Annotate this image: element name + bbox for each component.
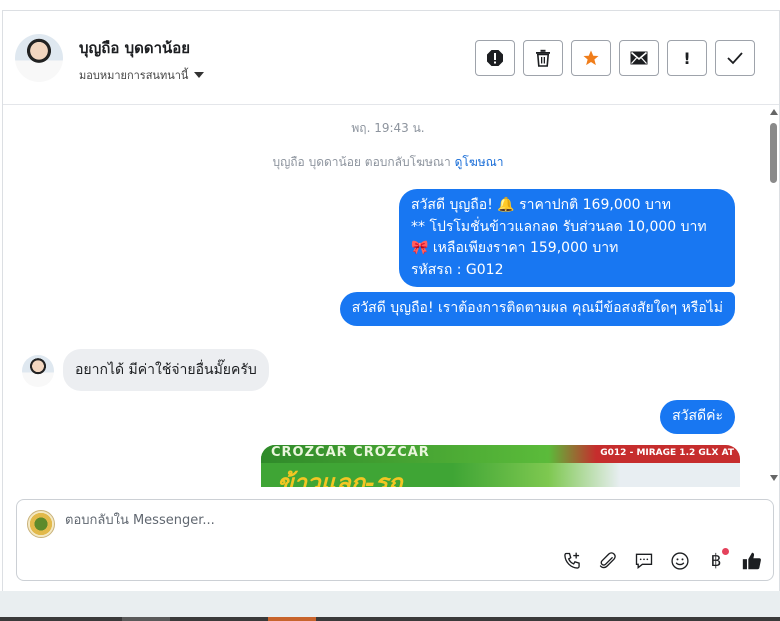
saved-reply-button[interactable] bbox=[633, 550, 655, 572]
saved-reply-icon bbox=[635, 553, 653, 570]
message-line: 🎀 เหลือเพียงราคา 159,000 บาท bbox=[411, 240, 619, 256]
assign-label: มอบหมายการสนทนานี้ bbox=[79, 69, 189, 82]
conversation-header: บุญถือ บุดดาน้อย มอบหมายการสนทนานี้ ! bbox=[3, 11, 779, 105]
message-line: สวัสดี บุญถือ! 🔔 ราคาปกติ 169,000 บาท bbox=[411, 197, 671, 213]
scroll-thumb[interactable] bbox=[770, 123, 777, 183]
scroll-down-icon[interactable] bbox=[770, 475, 778, 481]
taskbar bbox=[0, 617, 780, 621]
taskbar-item[interactable] bbox=[122, 617, 170, 621]
mark-done-button[interactable] bbox=[715, 40, 755, 76]
trash-icon bbox=[536, 49, 550, 67]
page-avatar bbox=[27, 510, 55, 538]
ad-reply-text: บุญถือ บุดดาน้อย ตอบกลับโฆษณา bbox=[272, 155, 451, 169]
promo-image[interactable]: CROZCAR CROZCAR G012 - MIRAGE 1.2 GLX AT… bbox=[261, 445, 740, 487]
promo-brand: CROZCAR CROZCAR bbox=[271, 445, 430, 460]
message-timestamp: พฤ. 19:43 น. bbox=[351, 121, 425, 135]
phone-add-icon bbox=[564, 552, 580, 569]
emoji-button[interactable] bbox=[669, 550, 691, 572]
mark-unread-button[interactable] bbox=[619, 40, 659, 76]
promo-headline: ข้าวแลก-รถ bbox=[277, 469, 403, 487]
header-actions: ! bbox=[475, 40, 755, 76]
message-feed[interactable]: พฤ. 19:43 น. บุญถือ บุดดาน้อย ตอบกลับโฆษ… bbox=[3, 105, 773, 487]
outgoing-message[interactable]: สวัสดีค่ะ bbox=[660, 400, 735, 434]
payment-button[interactable]: ฿ bbox=[705, 548, 729, 572]
message-line: รหัสรถ : G012 bbox=[411, 261, 504, 278]
view-ad-link[interactable]: ดูโฆษณา bbox=[455, 155, 504, 169]
thumbs-up-icon bbox=[742, 552, 761, 570]
reply-input[interactable] bbox=[63, 512, 667, 529]
taskbar-item[interactable] bbox=[268, 617, 316, 621]
caret-down-icon bbox=[194, 72, 205, 78]
promo-code: G012 - MIRAGE 1.2 GLX AT bbox=[600, 448, 734, 458]
contact-avatar[interactable] bbox=[15, 34, 63, 82]
attach-button[interactable] bbox=[597, 550, 619, 572]
message-line: ** โปรโมชั่นข้าวแลกลด รับส่วนลด 10,000 บ… bbox=[411, 218, 707, 235]
star-icon bbox=[583, 50, 599, 66]
baht-icon: ฿ bbox=[710, 551, 722, 571]
emoji-icon bbox=[671, 552, 689, 570]
assign-conversation-dropdown[interactable]: มอบหมายการสนทนานี้ bbox=[79, 66, 205, 84]
outgoing-message[interactable]: สวัสดี บุญถือ! 🔔 ราคาปกติ 169,000 บาท **… bbox=[399, 189, 735, 287]
exclamation-icon: ! bbox=[683, 48, 691, 68]
report-button[interactable] bbox=[475, 40, 515, 76]
contact-name[interactable]: บุญถือ บุดดาน้อย bbox=[79, 36, 190, 60]
outgoing-message[interactable]: สวัสดี บุญถือ! เราต้องการติดตามผล คุณมีข… bbox=[339, 292, 735, 326]
envelope-icon bbox=[630, 51, 648, 65]
feed-scrollbar[interactable] bbox=[769, 105, 779, 487]
follow-up-button[interactable]: ! bbox=[667, 40, 707, 76]
ad-reply-notice: บุญถือ บุดดาน้อย ตอบกลับโฆษณา ดูโฆษณา bbox=[3, 153, 773, 172]
conversation-panel: บุญถือ บุดดาน้อย มอบหมายการสนทนานี้ ! พฤ… bbox=[2, 10, 780, 591]
check-icon bbox=[727, 52, 743, 65]
contact-avatar-small bbox=[22, 355, 54, 387]
report-icon bbox=[487, 50, 503, 66]
notification-dot bbox=[722, 548, 729, 555]
star-button[interactable] bbox=[571, 40, 611, 76]
composer-tools: ฿ bbox=[561, 548, 763, 572]
incoming-message[interactable]: อยากได้ มีค่าใช้จ่ายอื่นมั๊ยครับ bbox=[63, 349, 269, 391]
paperclip-icon bbox=[599, 552, 616, 569]
scroll-up-icon[interactable] bbox=[770, 109, 778, 115]
call-button[interactable] bbox=[561, 550, 583, 572]
like-button[interactable] bbox=[741, 550, 763, 572]
reply-composer: ฿ bbox=[16, 499, 774, 581]
delete-button[interactable] bbox=[523, 40, 563, 76]
